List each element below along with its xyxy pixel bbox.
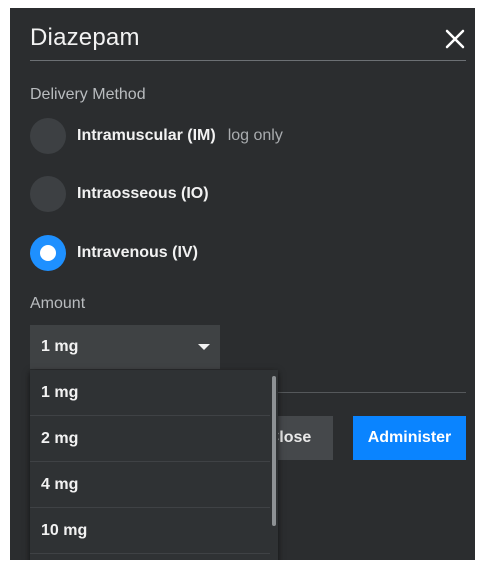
amount-label: Amount: [30, 295, 86, 312]
radio-label: Intravenous (IV): [77, 244, 198, 261]
screenshot-frame: Diazepam Delivery Method Intramuscular (…: [10, 8, 475, 560]
radio-option-intramuscular[interactable]: Intramuscular (IM) log only: [30, 118, 450, 154]
amount-dropdown-menu: 1 mg 2 mg 4 mg 10 mg: [30, 370, 278, 560]
option-label: 1 mg: [41, 384, 79, 401]
option-label: 4 mg: [41, 476, 79, 493]
dialog-title: Diazepam: [30, 24, 140, 51]
dropdown-scrollbar[interactable]: [270, 370, 278, 560]
radio-button[interactable]: [30, 176, 66, 212]
scrollbar-thumb[interactable]: [272, 376, 276, 526]
medication-dialog: Diazepam Delivery Method Intramuscular (…: [10, 8, 475, 560]
option-label: 10 mg: [41, 522, 88, 539]
option-label: 2 mg: [41, 430, 79, 447]
administer-button[interactable]: Administer: [353, 416, 466, 460]
dropdown-option[interactable]: 4 mg: [30, 462, 270, 508]
close-icon[interactable]: [442, 26, 468, 52]
radio-button[interactable]: [30, 118, 66, 154]
dropdown-option[interactable]: 10 mg: [30, 508, 270, 554]
delivery-method-label: Delivery Method: [30, 86, 146, 103]
chevron-down-icon: [198, 344, 210, 350]
radio-label: Intramuscular (IM): [77, 127, 216, 144]
amount-selected-value: 1 mg: [41, 338, 79, 355]
log-only-note: log only: [227, 127, 283, 144]
title-divider: [30, 60, 466, 61]
radio-button-selected[interactable]: [30, 235, 66, 271]
dropdown-option[interactable]: 2 mg: [30, 416, 270, 462]
dropdown-option[interactable]: 1 mg: [30, 370, 270, 416]
radio-option-intraosseous[interactable]: Intraosseous (IO): [30, 176, 450, 212]
amount-select[interactable]: 1 mg: [30, 325, 220, 369]
radio-label: Intraosseous (IO): [77, 185, 209, 202]
radio-option-intravenous[interactable]: Intravenous (IV): [30, 235, 450, 271]
